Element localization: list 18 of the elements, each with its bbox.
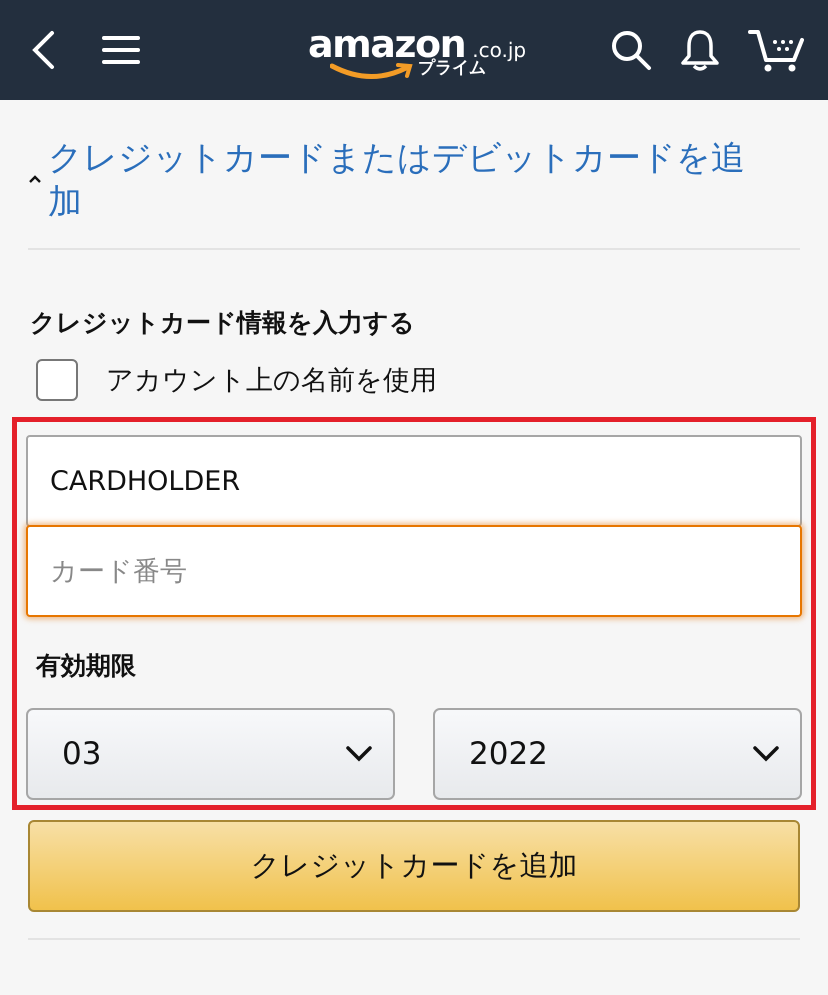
chevron-down-icon — [345, 745, 373, 763]
bell-icon[interactable] — [680, 28, 720, 72]
caret-icon[interactable] — [28, 174, 42, 184]
form-heading: クレジットカード情報を入力する — [30, 307, 416, 339]
section-link[interactable]: クレジットカードまたはデビットカードを追加 — [48, 136, 764, 224]
month-select[interactable]: 03 — [26, 708, 395, 800]
add-card-button[interactable]: クレジットカードを追加 — [28, 820, 800, 912]
menu-icon[interactable] — [102, 35, 140, 65]
search-icon[interactable] — [610, 29, 652, 71]
card-number-field[interactable]: カード番号 — [26, 525, 802, 617]
expiry-label: 有効期限 — [36, 650, 137, 682]
back-icon[interactable] — [30, 30, 56, 70]
cart-icon[interactable] — [748, 28, 804, 72]
name-field[interactable]: CARDHOLDER — [26, 435, 802, 527]
year-select[interactable]: 2022 — [433, 708, 802, 800]
chevron-down-icon — [752, 745, 780, 763]
checkbox[interactable] — [36, 359, 78, 401]
checkbox-label[interactable]: アカウント上の名前を使用 — [106, 362, 437, 398]
